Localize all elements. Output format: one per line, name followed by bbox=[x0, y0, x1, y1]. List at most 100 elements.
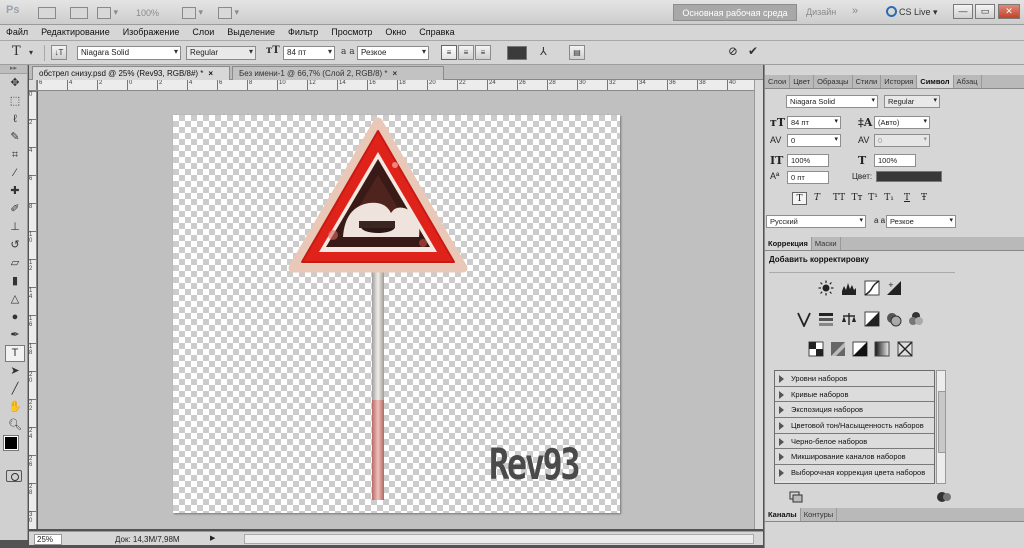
char-font-size-select[interactable]: 84 пт bbox=[787, 116, 841, 129]
color-balance-icon[interactable] bbox=[841, 311, 857, 327]
bridge-icon[interactable] bbox=[38, 5, 56, 20]
view-previous-state-icon[interactable] bbox=[936, 491, 952, 503]
exposure-icon[interactable]: + bbox=[886, 280, 902, 296]
eraser-tool-icon[interactable]: ▱ bbox=[5, 255, 25, 272]
gradient-map-icon[interactable] bbox=[874, 341, 890, 357]
gradient-tool-icon[interactable]: ▮ bbox=[5, 273, 25, 290]
line-tool-icon[interactable]: ╱ bbox=[5, 381, 25, 398]
faux-italic-button[interactable]: T bbox=[810, 192, 824, 205]
list-item[interactable]: Черно-белое наборов bbox=[775, 433, 934, 450]
tab-document-1[interactable]: обстрел снизу.psd @ 25% (Rev93, RGB/8#) … bbox=[32, 66, 230, 80]
workspace-essentials-button[interactable]: Основная рабочая среда bbox=[673, 4, 797, 21]
tab-paragraph[interactable]: Абзац bbox=[954, 75, 982, 88]
selective-color-icon[interactable] bbox=[897, 341, 913, 357]
hue-saturation-icon[interactable] bbox=[818, 311, 834, 327]
tab-history[interactable]: История bbox=[881, 75, 918, 88]
font-style-select[interactable]: Regular bbox=[186, 46, 256, 60]
levels-icon[interactable] bbox=[841, 280, 857, 296]
horizontal-scrollbar[interactable] bbox=[244, 534, 754, 544]
arrange-documents-icon[interactable]: ▾ bbox=[182, 5, 203, 20]
clone-stamp-tool-icon[interactable]: ⊥ bbox=[5, 219, 25, 236]
tab-swatches[interactable]: Образцы bbox=[814, 75, 853, 88]
menu-select[interactable]: Выделение bbox=[221, 25, 282, 40]
commit-edits-icon[interactable]: ✔ bbox=[748, 44, 758, 58]
type-tool-icon[interactable]: T bbox=[5, 345, 25, 362]
mini-bridge-icon[interactable] bbox=[70, 5, 88, 20]
tab-paths[interactable]: Контуры bbox=[801, 508, 838, 521]
presets-scrollbar[interactable] bbox=[936, 370, 946, 484]
blur-tool-icon[interactable]: △ bbox=[5, 291, 25, 308]
crop-tool-icon[interactable]: ⌗ bbox=[5, 147, 25, 164]
invert-icon[interactable] bbox=[808, 341, 824, 357]
watermark-text-layer[interactable]: Rev93 bbox=[489, 440, 581, 490]
menu-file[interactable]: Файл bbox=[0, 25, 35, 40]
minimize-button[interactable]: — bbox=[953, 4, 973, 19]
workspace-more-icon[interactable]: » bbox=[852, 5, 858, 17]
close-tab-icon[interactable]: × bbox=[393, 69, 398, 78]
brush-tool-icon[interactable]: ✐ bbox=[5, 201, 25, 218]
all-caps-button[interactable]: TT bbox=[830, 192, 848, 205]
foreground-color-swatch[interactable] bbox=[3, 435, 19, 451]
text-color-swatch[interactable] bbox=[507, 46, 527, 60]
list-item[interactable]: Экспозиция наборов bbox=[775, 402, 934, 419]
list-item[interactable]: Микширование каналов наборов bbox=[775, 449, 934, 466]
status-zoom-field[interactable]: 25% bbox=[34, 534, 62, 545]
tool-preset-arrow-icon[interactable]: ▾ bbox=[29, 48, 33, 57]
threshold-icon[interactable] bbox=[852, 341, 868, 357]
clip-to-layer-icon[interactable] bbox=[789, 491, 803, 503]
tab-layers[interactable]: Слои bbox=[765, 75, 791, 88]
marquee-tool-icon[interactable]: ⬚ bbox=[5, 93, 25, 110]
list-item[interactable]: Цветовой тон/Насыщенность наборов bbox=[775, 418, 934, 434]
history-brush-tool-icon[interactable]: ↺ bbox=[5, 237, 25, 254]
antialias-select[interactable]: Резкое bbox=[357, 46, 429, 60]
char-baseline-shift-input[interactable]: 0 пт bbox=[787, 171, 829, 184]
document-canvas[interactable]: Rev93 bbox=[173, 115, 620, 513]
superscript-button[interactable]: T¹ bbox=[866, 192, 880, 205]
tab-channels[interactable]: Каналы bbox=[765, 508, 801, 521]
vertical-scrollbar[interactable] bbox=[754, 80, 763, 529]
status-menu-arrow-icon[interactable]: ▶ bbox=[210, 534, 215, 542]
char-color-swatch[interactable] bbox=[876, 171, 942, 182]
quick-selection-tool-icon[interactable]: ✎ bbox=[5, 129, 25, 146]
cancel-edits-icon[interactable]: ⊘ bbox=[728, 44, 738, 58]
lasso-tool-icon[interactable]: ℓ bbox=[5, 111, 25, 128]
path-selection-tool-icon[interactable]: ➤ bbox=[5, 363, 25, 380]
screen-mode-icon[interactable]: ▾ bbox=[218, 5, 239, 20]
ruler-origin[interactable] bbox=[29, 80, 37, 91]
align-right-button[interactable]: ≡ bbox=[475, 45, 491, 60]
tab-document-2[interactable]: Без имени-1 @ 66,7% (Слой 2, RGB/8) * × bbox=[232, 66, 444, 80]
zoom-tool-icon[interactable]: 🔍︎ bbox=[5, 417, 25, 434]
hand-tool-icon[interactable]: ✋ bbox=[5, 399, 25, 416]
small-caps-button[interactable]: Tт bbox=[849, 192, 865, 205]
maximize-button[interactable]: ▭ bbox=[975, 4, 995, 19]
char-kerning-select[interactable]: 0 bbox=[787, 134, 841, 147]
healing-brush-tool-icon[interactable]: ✚ bbox=[5, 183, 25, 200]
align-center-button[interactable]: ≡ bbox=[458, 45, 474, 60]
menu-edit[interactable]: Редактирование bbox=[35, 25, 117, 40]
list-item[interactable]: Кривые наборов bbox=[775, 386, 934, 403]
char-tracking-select[interactable]: 0 bbox=[874, 134, 930, 147]
cs-live-button[interactable]: CS Live ▾ bbox=[886, 6, 938, 18]
menu-help[interactable]: Справка bbox=[413, 25, 461, 40]
list-item[interactable]: Уровни наборов bbox=[775, 371, 934, 387]
quick-mask-icon[interactable] bbox=[6, 470, 22, 482]
char-font-family-select[interactable]: Niagara Solid bbox=[786, 95, 878, 108]
vibrance-icon[interactable] bbox=[796, 311, 812, 327]
faux-bold-button[interactable]: T bbox=[792, 192, 807, 205]
char-language-select[interactable]: Русский bbox=[766, 215, 866, 228]
zoom-level[interactable]: 100% bbox=[136, 5, 159, 20]
move-tool-icon[interactable]: ✥ bbox=[5, 75, 25, 92]
align-left-button[interactable]: ≡ bbox=[441, 45, 457, 60]
tab-masks[interactable]: Маски bbox=[812, 237, 841, 250]
char-vertical-scale-input[interactable]: 100% bbox=[787, 154, 829, 167]
view-extras-icon[interactable]: ▾ bbox=[97, 5, 118, 20]
char-font-style-select[interactable]: Regular bbox=[884, 95, 940, 108]
tab-character[interactable]: Символ bbox=[917, 75, 954, 88]
subscript-button[interactable]: T₁ bbox=[882, 192, 896, 205]
brightness-contrast-icon[interactable] bbox=[818, 280, 834, 296]
toggle-orientation-icon[interactable]: ↓T bbox=[51, 45, 67, 60]
menu-view[interactable]: Просмотр bbox=[325, 25, 379, 40]
tools-panel-grip[interactable]: ▸▸ bbox=[0, 65, 27, 74]
char-antialias-select[interactable]: Резкое bbox=[886, 215, 956, 228]
menu-layer[interactable]: Слои bbox=[186, 25, 221, 40]
